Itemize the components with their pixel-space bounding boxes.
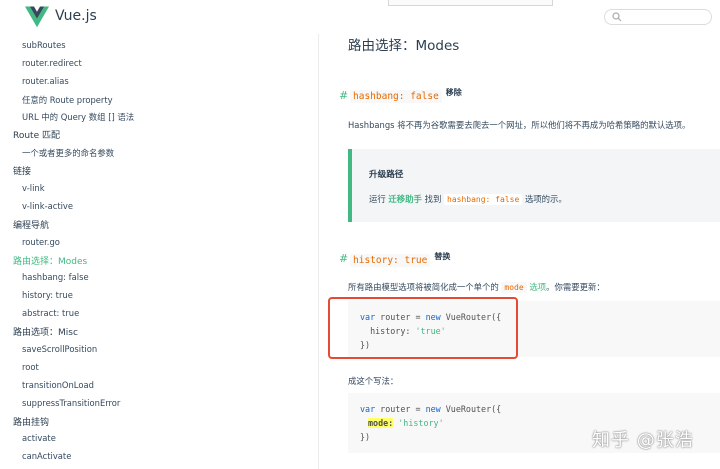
code-line: var router = new VueRouter({ xyxy=(360,404,502,414)
sidebar-item-router-alias[interactable]: router.alias xyxy=(22,76,69,86)
hashbang-description: Hashbangs 将不再为谷歌需要去爬去一个网址，所以他们将不再成为哈希策略的… xyxy=(348,120,691,130)
sidebar: subRoutes router.redirect router.alias 任… xyxy=(0,34,300,469)
sidebar-item-subroutes[interactable]: subRoutes xyxy=(22,40,66,50)
heading-hashbang: hashbang: false 移除 xyxy=(350,88,462,103)
page-title: 路由选择：Modes xyxy=(348,38,460,54)
code-line: }) xyxy=(360,432,371,442)
highlight-annotation-box xyxy=(328,297,518,359)
sidebar-item-suppress-transition-error[interactable]: suppressTransitionError xyxy=(22,398,120,408)
sidebar-item-save-scroll[interactable]: saveScrollPosition xyxy=(22,344,97,354)
sidebar-item-programmatic-nav[interactable]: 编程导航 xyxy=(13,218,49,231)
tip-code: hashbang: false xyxy=(444,194,523,205)
sidebar-item-transition-on-load[interactable]: transitionOnLoad xyxy=(22,380,94,390)
sidebar-item-route-hooks[interactable]: 路由挂钩 xyxy=(13,415,49,428)
sidebar-item-v-link[interactable]: v-link xyxy=(22,183,45,193)
sidebar-item-hashbang[interactable]: hashbang: false xyxy=(22,272,89,282)
replaced-badge: 替换 xyxy=(434,252,451,261)
sidebar-item-router-go[interactable]: router.go xyxy=(22,237,60,247)
vue-logo-icon[interactable] xyxy=(25,6,49,28)
sidebar-item-modes[interactable]: 路由选择：Modes xyxy=(13,254,87,267)
sidebar-item-abstract[interactable]: abstract: true xyxy=(22,308,79,318)
anchor-link-history[interactable]: # xyxy=(339,252,348,265)
tip-title: 升级路径 xyxy=(369,170,404,180)
sidebar-item-activate[interactable]: activate xyxy=(22,433,56,443)
removed-badge: 移除 xyxy=(445,88,462,97)
code-line: mode: 'history' xyxy=(368,418,444,428)
header-dropdown-edge xyxy=(388,0,553,6)
sidebar-item-query-array[interactable]: URL 中的 Query 数组 [] 语法 xyxy=(22,111,134,123)
sidebar-item-named-params[interactable]: 一个或者更多的命名参数 xyxy=(22,147,114,159)
heading-hashbang-code: hashbang: false xyxy=(350,90,442,103)
search-icon xyxy=(612,12,622,22)
mode-inline-code: mode xyxy=(501,282,527,293)
history-description: 所有路由模型选项将被简化成一个单个的 mode 选项。你需要更新： xyxy=(348,281,605,293)
tip-suffix: 选项的示。 xyxy=(524,194,567,204)
sidebar-item-history[interactable]: history: true xyxy=(22,290,73,300)
sidebar-item-route-matching[interactable]: Route 匹配 xyxy=(13,128,60,141)
sidebar-item-route-property[interactable]: 任意的 Route property xyxy=(22,94,113,106)
sidebar-item-links[interactable]: 链接 xyxy=(13,164,31,177)
options-link[interactable]: 选项 xyxy=(529,282,546,292)
content-divider xyxy=(318,34,319,469)
sidebar-item-can-activate[interactable]: canActivate xyxy=(22,451,71,461)
sidebar-item-v-link-active[interactable]: v-link-active xyxy=(22,201,73,211)
zhihu-watermark: 知乎 @张浩 xyxy=(592,430,694,451)
sidebar-item-router-redirect[interactable]: router.redirect xyxy=(22,58,82,68)
heading-history-code: history: true xyxy=(350,254,431,267)
upgrade-tip: 升级路径 运行 迁移助手 找到 hashbang: false 选项的示。 xyxy=(348,149,720,222)
migration-helper-link[interactable]: 迁移助手 xyxy=(388,194,422,204)
between-text: 成这个写法： xyxy=(348,376,399,386)
sidebar-item-misc[interactable]: 路由选项：Misc xyxy=(13,325,78,338)
tip-prefix: 运行 xyxy=(369,194,386,204)
anchor-link-hashbang[interactable]: # xyxy=(339,89,348,102)
sidebar-item-root[interactable]: root xyxy=(22,362,39,372)
history-desc-prefix: 所有路由模型选项将被简化成一个单个的 xyxy=(348,282,499,292)
tip-body: 运行 迁移助手 找到 hashbang: false 选项的示。 xyxy=(369,193,567,205)
heading-history: history: true 替换 xyxy=(350,252,451,267)
history-desc-suffix: 。你需要更新： xyxy=(546,282,605,292)
top-header: Vue.js xyxy=(0,0,720,34)
tip-middle: 找到 xyxy=(424,194,442,204)
brand-name[interactable]: Vue.js xyxy=(55,8,97,24)
search-input[interactable] xyxy=(604,9,712,25)
